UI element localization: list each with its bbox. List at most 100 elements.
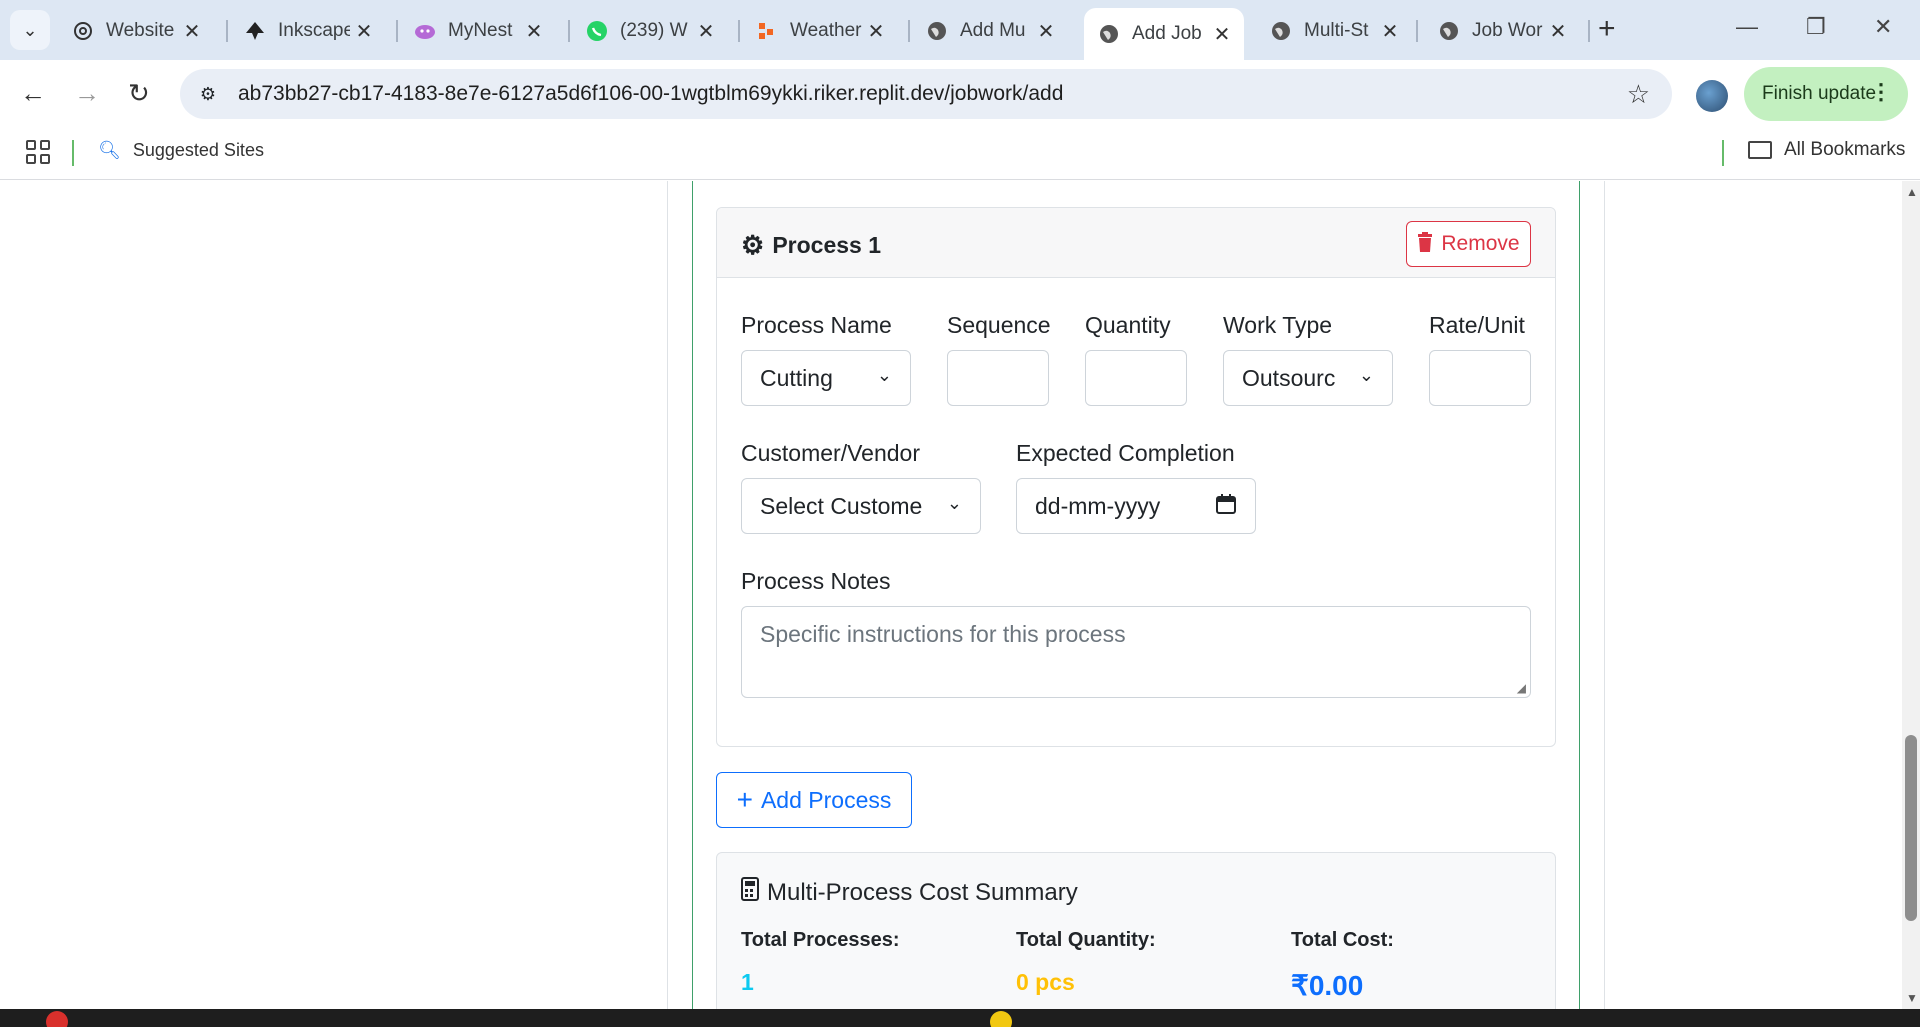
tab-title: MyNest: [448, 20, 513, 41]
process-name-label: Process Name: [741, 312, 892, 338]
process-notes-placeholder: Specific instructions for this process: [760, 621, 1126, 647]
process-name-select[interactable]: Cutting ⌄: [741, 350, 911, 406]
process-card: ⚙ Process 1 Remove Process Name Cutting …: [716, 207, 1556, 747]
sequence-label: Sequence: [947, 312, 1051, 338]
close-icon[interactable]: ✕: [1208, 22, 1236, 47]
scrollbar-thumb[interactable]: [1905, 735, 1917, 921]
minimize-icon[interactable]: —: [1736, 14, 1758, 40]
chevron-down-icon: ⌄: [22, 19, 38, 40]
site-info-icon[interactable]: ⚙: [188, 74, 228, 114]
customer-vendor-select[interactable]: Select Custome ⌄: [741, 478, 981, 534]
os-taskbar: [0, 1009, 1920, 1027]
window-close-icon[interactable]: ✕: [1874, 14, 1892, 40]
expected-completion-date-input[interactable]: dd-mm-yyyy: [1016, 478, 1256, 534]
taskbar-app-icon[interactable]: [990, 1011, 1012, 1027]
customer-vendor-label: Customer/Vendor: [741, 440, 920, 466]
globe-icon: [1270, 20, 1292, 42]
chevron-down-icon: ⌄: [946, 493, 962, 513]
scroll-up-arrow-icon[interactable]: ▲: [1906, 185, 1918, 199]
tab-job-work[interactable]: Job Wor ✕: [1424, 10, 1580, 52]
work-type-value: Outsourc: [1242, 364, 1336, 391]
column-divider: [667, 181, 668, 1009]
restore-icon[interactable]: ❐: [1806, 14, 1826, 40]
cost-summary-card: Multi-Process Cost Summary Total Process…: [716, 852, 1556, 1009]
tab-title: Job Wor: [1472, 20, 1543, 41]
finish-update-button[interactable]: Finish update ⋮: [1744, 67, 1908, 121]
bookmark-separator: [1722, 140, 1724, 166]
tab-title: Multi-St: [1304, 20, 1369, 41]
close-icon[interactable]: ✕: [350, 19, 378, 44]
tab-multi-step[interactable]: Multi-St ✕: [1256, 10, 1412, 52]
close-icon[interactable]: ✕: [178, 19, 206, 44]
tab-separator: [738, 20, 740, 42]
browser-toolbar: ← → ↻ ⚙ ab73bb27-cb17-4183-8e7e-6127a5d6…: [0, 60, 1920, 128]
process-notes-label: Process Notes: [741, 568, 891, 594]
tab-add-multi[interactable]: Add Mu ✕: [912, 10, 1068, 52]
rate-unit-label: Rate/Unit: [1429, 312, 1525, 338]
page-viewport: ⚙ Process 1 Remove Process Name Cutting …: [0, 181, 1920, 1009]
page-scrollbar[interactable]: ▲ ▼: [1902, 181, 1920, 1009]
customer-vendor-value: Select Custome: [760, 492, 923, 519]
close-icon[interactable]: ✕: [862, 19, 890, 44]
new-tab-plus-icon[interactable]: +: [1598, 12, 1616, 46]
rate-unit-input[interactable]: [1429, 350, 1531, 406]
total-cost-value: ₹0.00: [1291, 970, 1364, 1001]
tab-title: Add Job: [1132, 23, 1202, 44]
bookmark-star-icon[interactable]: ☆: [1627, 79, 1650, 110]
suggested-sites-bookmark[interactable]: 🔍︎ Suggested Sites: [98, 140, 264, 161]
expected-completion-label: Expected Completion: [1016, 440, 1235, 466]
back-arrow-icon[interactable]: ←: [20, 78, 46, 109]
gear-icon: ⚙: [741, 230, 765, 260]
close-icon[interactable]: ✕: [692, 19, 720, 44]
address-bar[interactable]: ⚙ ab73bb27-cb17-4183-8e7e-6127a5d6f106-0…: [180, 69, 1672, 119]
add-process-label: Add Process: [760, 786, 892, 813]
tab-add-job-active[interactable]: Add Job ✕: [1084, 8, 1244, 60]
cost-summary-title: Multi-Process Cost Summary: [741, 877, 1078, 908]
tab-mynest[interactable]: MyNest ✕: [400, 10, 556, 52]
quantity-input[interactable]: [1085, 350, 1187, 406]
tab-separator: [226, 20, 228, 42]
process-title-text: Process 1: [772, 232, 882, 258]
scroll-down-arrow-icon[interactable]: ▼: [1906, 991, 1918, 1005]
remove-label: Remove: [1441, 232, 1520, 255]
close-icon[interactable]: ✕: [1032, 19, 1060, 44]
tab-title: Website: [106, 20, 175, 41]
tab-separator: [1588, 20, 1590, 42]
resize-grip-icon[interactable]: ◢: [1517, 681, 1526, 695]
add-process-button[interactable]: + Add Process: [716, 772, 912, 828]
profile-avatar[interactable]: [1696, 80, 1728, 112]
apps-grid-icon[interactable]: [26, 140, 50, 164]
forward-arrow-icon[interactable]: →: [74, 78, 100, 109]
weather-icon: [756, 20, 778, 42]
reload-icon[interactable]: ↻: [128, 78, 150, 109]
process-title: ⚙ Process 1: [741, 230, 881, 261]
expected-completion-placeholder: dd-mm-yyyy: [1035, 492, 1161, 519]
tab-inkscape[interactable]: Inkscape ✕: [230, 10, 386, 52]
bookmark-separator: [72, 140, 74, 166]
tab-whatsapp[interactable]: (239) W ✕: [572, 10, 728, 52]
tab-strip: ⌄ Website ✕ Inkscape ✕ MyNest ✕ (239) W …: [0, 0, 1920, 60]
globe-icon: [926, 20, 948, 42]
close-icon[interactable]: ✕: [1376, 19, 1404, 44]
tab-search-button[interactable]: ⌄: [10, 10, 50, 50]
process-notes-textarea[interactable]: Specific instructions for this process ◢: [741, 606, 1531, 698]
process-name-value: Cutting: [760, 364, 833, 391]
remove-process-button[interactable]: Remove: [1406, 221, 1531, 267]
tab-weather[interactable]: Weather ✕: [742, 10, 898, 52]
work-type-select[interactable]: Outsourc ⌄: [1223, 350, 1393, 406]
openai-icon: [72, 20, 94, 42]
sequence-input[interactable]: [947, 350, 1049, 406]
close-icon[interactable]: ✕: [1544, 19, 1572, 44]
process-card-header: ⚙ Process 1 Remove: [717, 208, 1555, 278]
url-text[interactable]: ab73bb27-cb17-4183-8e7e-6127a5d6f106-00-…: [238, 82, 1063, 106]
all-bookmarks-button[interactable]: All Bookmarks: [1748, 139, 1905, 161]
more-vert-icon[interactable]: ⋮: [1870, 79, 1892, 105]
close-icon[interactable]: ✕: [520, 19, 548, 44]
work-type-label: Work Type: [1223, 312, 1333, 338]
tab-title: Add Mu: [960, 20, 1026, 41]
tab-title: Weather: [790, 20, 862, 41]
plus-icon: +: [736, 784, 753, 815]
calculator-icon: [741, 877, 759, 908]
tab-website[interactable]: Website ✕: [58, 10, 214, 52]
calendar-icon[interactable]: [1215, 493, 1237, 521]
